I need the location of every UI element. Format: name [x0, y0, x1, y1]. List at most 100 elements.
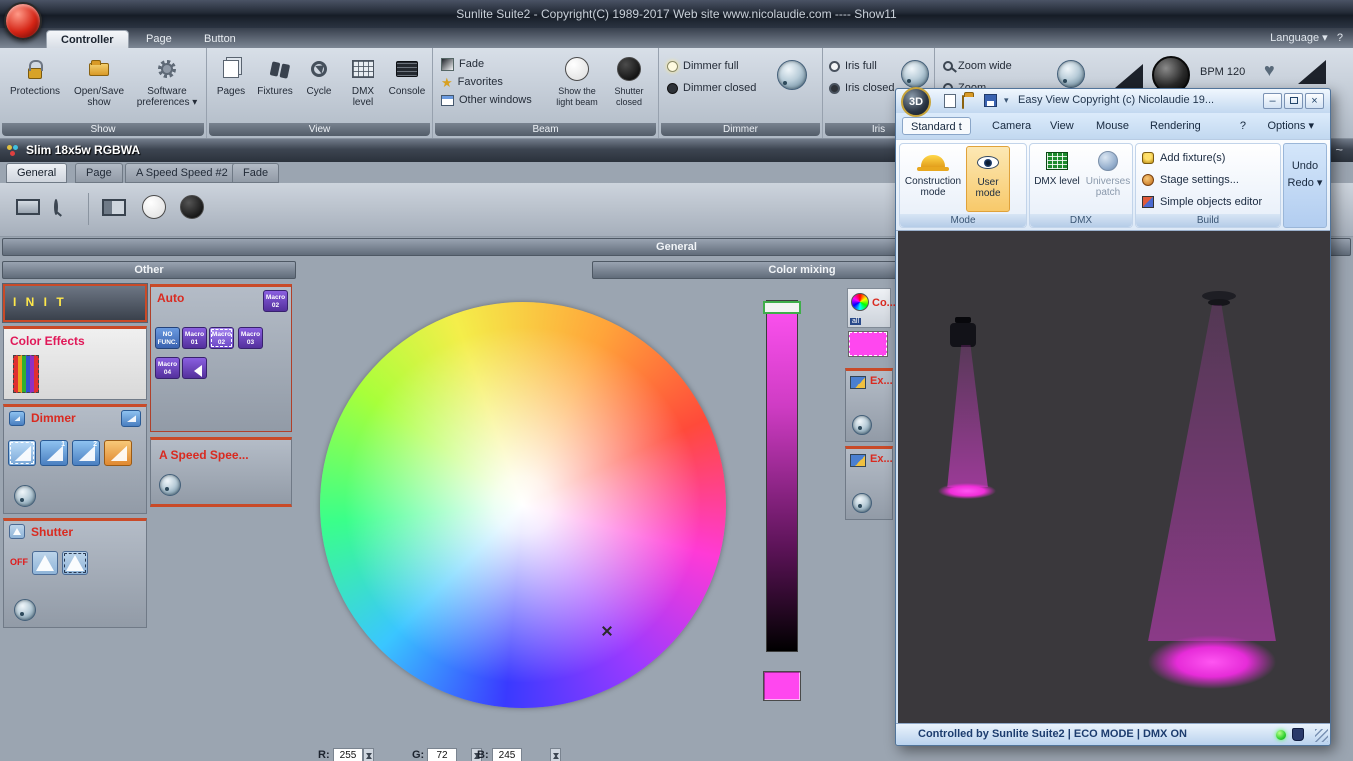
language-menu[interactable]: Language	[1270, 32, 1319, 44]
iris-full-button[interactable]: Iris full	[829, 58, 877, 74]
no-func-button[interactable]: NO FUNC.	[155, 327, 180, 349]
r-stepper[interactable]	[363, 748, 374, 761]
layout-icon[interactable]	[102, 199, 126, 216]
monitor-icon[interactable]	[16, 199, 40, 215]
color-effects-icon[interactable]	[13, 355, 39, 393]
macro-03-button[interactable]: Macro 03	[238, 327, 263, 349]
tab-fade[interactable]: Fade	[232, 163, 280, 183]
fixtures-button[interactable]: Fixtures	[253, 52, 297, 122]
white-color-button[interactable]	[142, 195, 166, 219]
menu-view[interactable]: View	[1042, 117, 1082, 135]
dimmer-preset-3[interactable]: 2	[72, 440, 100, 466]
tab-general[interactable]: General	[6, 163, 68, 183]
new-document-icon[interactable]	[944, 94, 956, 108]
iris-closed-button[interactable]: Iris closed	[829, 80, 895, 96]
moving-head-fixture[interactable]	[950, 323, 976, 347]
menu-rendering[interactable]: Rendering	[1142, 117, 1209, 135]
color-wheel[interactable]	[320, 302, 726, 708]
r-label: R:	[318, 749, 330, 761]
minimize-button[interactable]: –	[1263, 93, 1282, 109]
tab-page2[interactable]: Page	[75, 163, 123, 183]
dimmer-panel-knob[interactable]	[14, 485, 36, 507]
open-icon[interactable]	[962, 95, 964, 109]
color-mix-button[interactable]: all Co...	[847, 288, 896, 328]
color-effects-panel[interactable]: Color Effects	[3, 326, 147, 400]
easy-view-titlebar[interactable]: 3D ▾ Easy View Copyright (c) Nicolaudie …	[896, 87, 1330, 117]
speed-panel-knob[interactable]	[159, 474, 181, 496]
macro-01-button[interactable]: Macro 01	[182, 327, 207, 349]
construction-mode-button[interactable]: Construction mode	[902, 146, 964, 212]
zoom-wide-button[interactable]: Zoom wide	[943, 58, 1012, 74]
help-button[interactable]: ?	[1337, 32, 1343, 44]
redo-button[interactable]: Redo ▾	[1284, 176, 1326, 189]
slider-handle[interactable]	[763, 301, 801, 314]
menu-standard[interactable]: Standard t	[902, 117, 971, 135]
r-value-input[interactable]: 255	[333, 748, 363, 761]
undo-button[interactable]: Undo	[1284, 160, 1326, 172]
dmx-level-button[interactable]: DMX level	[341, 52, 385, 122]
user-mode-button[interactable]: User mode	[966, 146, 1010, 212]
fade-button[interactable]: Fade	[441, 56, 484, 72]
macro-04-button[interactable]: Macro 04	[155, 357, 180, 379]
cycle-button[interactable]: Cycle	[297, 52, 341, 122]
show-light-beam-button[interactable]: Show the light beam	[551, 52, 603, 122]
menu-camera[interactable]: Camera	[984, 117, 1039, 135]
heart-icon[interactable]: ♥	[1264, 60, 1275, 81]
fader-wedge-icon[interactable]	[1115, 64, 1143, 88]
save-icon[interactable]	[984, 94, 997, 107]
software-preferences-button[interactable]: Software preferences ▾	[134, 52, 200, 122]
dimmer-preset-2[interactable]: 1	[40, 440, 68, 466]
menu-mouse[interactable]: Mouse	[1088, 117, 1137, 135]
brightness-slider[interactable]	[766, 300, 798, 652]
maximize-button[interactable]	[1284, 93, 1303, 109]
dimmer-preset-1[interactable]	[8, 440, 36, 466]
dimmer-knob[interactable]	[777, 60, 807, 90]
zoom-knob[interactable]	[1057, 60, 1085, 88]
universes-patch-button[interactable]: Universes patch	[1084, 146, 1132, 212]
b-value-input[interactable]: 245	[492, 748, 522, 761]
open-save-show-button[interactable]: Open/Save show	[68, 52, 130, 122]
dimmer-preset-4[interactable]	[104, 440, 132, 466]
window-menu-button[interactable]: ~	[1335, 142, 1343, 157]
g-value-input[interactable]: 72	[427, 748, 457, 761]
speaker-macro-button[interactable]	[182, 357, 207, 379]
protections-button[interactable]: Protections	[4, 52, 66, 122]
tab-page[interactable]: Page	[132, 30, 186, 48]
favorites-button[interactable]: ★ Favorites	[441, 74, 503, 90]
tab-speed[interactable]: A Speed Speed #2	[125, 163, 239, 183]
mix-color-swatch[interactable]	[848, 331, 888, 357]
close-button[interactable]: ×	[1305, 93, 1324, 109]
macro-02-button[interactable]: Macro 02	[209, 327, 234, 349]
other-windows-button[interactable]: Other windows	[441, 92, 532, 108]
menu-options[interactable]: Options ▾	[1259, 117, 1322, 135]
fader-wedge-icon[interactable]	[1298, 60, 1326, 84]
toolbar-options-chevron[interactable]: ▾	[1004, 95, 1009, 106]
effect-1-knob[interactable]	[852, 415, 872, 435]
tab-button[interactable]: Button	[190, 30, 250, 48]
app-menu-button[interactable]	[4, 2, 42, 40]
ev-dmx-level-button[interactable]: DMX level	[1032, 146, 1082, 212]
dimmer-closed-button[interactable]: Dimmer closed	[667, 80, 756, 96]
3d-viewport[interactable]	[898, 231, 1330, 725]
black-color-button[interactable]	[180, 195, 204, 219]
console-button[interactable]: Console	[385, 52, 429, 122]
tab-controller[interactable]: Controller	[46, 30, 129, 48]
init-button[interactable]: I N I T	[2, 283, 148, 323]
macro-corner-button[interactable]: Macro 02	[263, 290, 288, 312]
dimmer-macro-icon[interactable]	[121, 410, 141, 427]
iris-knob[interactable]	[901, 60, 929, 88]
menu-help[interactable]: ?	[1232, 117, 1254, 135]
shutter-open-button[interactable]	[32, 551, 58, 575]
shutter-panel-knob[interactable]	[14, 599, 36, 621]
dimmer-full-button[interactable]: Dimmer full	[667, 58, 739, 74]
pages-button[interactable]: Pages	[209, 52, 253, 122]
stage-settings-button[interactable]: Stage settings...	[1142, 170, 1239, 190]
b-stepper[interactable]	[550, 748, 562, 761]
add-fixtures-button[interactable]: Add fixture(s)	[1142, 148, 1225, 168]
shutter-closed-button[interactable]: Shutter closed	[603, 52, 655, 122]
objects-editor-button[interactable]: Simple objects editor	[1142, 192, 1262, 212]
magnifier-icon[interactable]	[54, 199, 58, 215]
shutter-strobe-button[interactable]	[62, 551, 88, 575]
effect-2-knob[interactable]	[852, 493, 872, 513]
resize-grip[interactable]	[1315, 729, 1328, 742]
